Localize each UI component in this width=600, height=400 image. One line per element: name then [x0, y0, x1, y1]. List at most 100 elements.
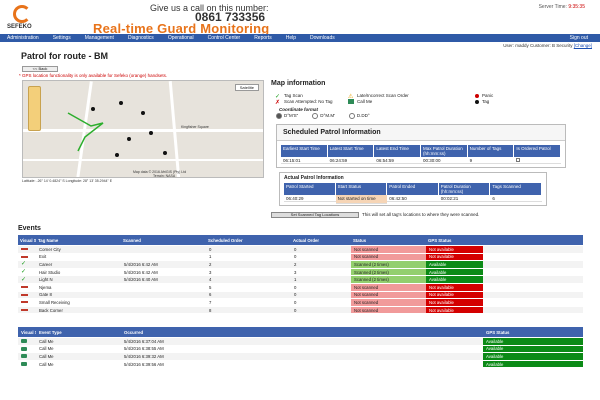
scheduled-table: Earliest Start Time Latest Start Time La… [281, 145, 561, 164]
nav-reports[interactable]: Reports [247, 34, 279, 42]
tag-name: Njema [39, 284, 52, 290]
tag-marker[interactable] [119, 101, 123, 105]
status-badge: Not scanned [351, 246, 426, 253]
table-row: Corner City 0 0 Not scanned Not available [18, 246, 583, 254]
nav-control-center[interactable]: Control Center [201, 34, 248, 42]
actual-patrol-panel: Actual Patrol Information Patrol Started… [279, 172, 547, 206]
cell: 9 [467, 157, 515, 164]
main-nav: Administration Settings Management Diagn… [0, 34, 600, 42]
start-status-cell: Not started on time [335, 195, 388, 204]
tag-name: Corner City [39, 246, 61, 252]
sefeko-logo: SEFEKO [5, 3, 39, 33]
gps-status-badge: Available [483, 345, 583, 353]
nav-settings[interactable]: Settings [46, 34, 78, 42]
occurred-time: 5/4/2016 6:37:04 AM [124, 338, 164, 344]
phone-icon [18, 346, 36, 353]
back-button[interactable]: << Back [22, 66, 58, 72]
check-icon: ✓ [21, 261, 27, 268]
header: SEFEKO Give us a call on this number: 08… [0, 0, 600, 36]
scheduled-order: 6 [209, 292, 212, 298]
actual-order: 1 [294, 277, 297, 283]
table-row: Call Me 5/4/2016 6:39:56 AM Available [18, 360, 583, 369]
tag-marker[interactable] [127, 137, 131, 141]
tag-marker[interactable] [149, 131, 153, 135]
user-bar: User: maddy Customer: B Security [Change… [503, 43, 592, 48]
table-row: Call Me 5/4/2016 6:39:32 AM Available [18, 353, 583, 361]
cell: 06:40:29 [284, 195, 336, 202]
occurred-time: 5/4/2016 6:38:55 AM [124, 346, 164, 352]
sign-out-link[interactable]: Sign out [563, 34, 600, 42]
table-row: Small Receiving 7 0 Not scanned Not availabl… [18, 299, 583, 307]
actual-order: 0 [294, 307, 297, 313]
col-header: Visual Status [21, 329, 36, 335]
col-header: Patrol Duration (hh:mm:ss) [438, 183, 491, 195]
set-scanned-tag-locations-button[interactable]: Set Scanned Tag Locations [271, 212, 359, 218]
col-header: Patrol Ended [387, 183, 439, 195]
status-badge: Not scanned [351, 253, 426, 261]
tag-marker[interactable] [91, 107, 95, 111]
dash-icon [18, 254, 36, 261]
nav-management[interactable]: Management [78, 34, 121, 42]
events-title: Events [18, 225, 41, 232]
scheduled-order: 5 [209, 284, 212, 290]
coord-format-radios: D°M'S" D°M.M' D.DD° [276, 113, 370, 119]
status-badge: Not scanned [351, 283, 426, 291]
phone-icon [348, 99, 354, 105]
scanned-time [121, 284, 206, 291]
event-type: Call Me [39, 353, 54, 359]
gps-status-badge: Not available [426, 283, 483, 291]
scanned-time [121, 307, 206, 314]
table-row: Njema 5 0 Not scanned Not available [18, 283, 583, 292]
tag-name: Gate 8 [39, 292, 52, 298]
cell: 06:42:50 [387, 195, 439, 202]
patrol-map[interactable]: Satellite Kingfisher Square Map data © 2… [22, 80, 264, 178]
nav-operational[interactable]: Operational [161, 34, 201, 42]
table-row: Back Corner 8 0 Not scanned Not available [18, 306, 583, 315]
table-row: Gate 8 6 0 Not scanned Not available [18, 291, 583, 300]
events-table: Visual Status Tag Name Scanned Scheduled… [18, 235, 583, 315]
dash-icon [18, 292, 36, 299]
nav-downloads[interactable]: Downloads [303, 34, 342, 42]
scanned-time [121, 254, 206, 261]
radio-dmm[interactable]: D°M.M' [312, 113, 335, 119]
nav-help[interactable]: Help [279, 34, 303, 42]
user-info: User: maddy Customer: B Security [503, 43, 573, 48]
gps-status-badge: Available [426, 261, 483, 268]
tag-name: Small Receiving [39, 299, 70, 305]
cell: 06:15:01 [281, 157, 328, 164]
table-row: ✓ Hair Studio 5/4/2016 6:42 AM 3 3 Scanned (2… [18, 268, 583, 277]
radio-dd[interactable]: D.DD° [349, 113, 370, 119]
change-customer-link[interactable]: [Change] [574, 43, 592, 48]
spacer-cell [291, 361, 483, 368]
tag-marker[interactable] [163, 151, 167, 155]
dash-icon [18, 246, 36, 253]
tag-marker[interactable] [141, 111, 145, 115]
tag-marker[interactable] [115, 153, 119, 157]
gps-status-badge: Available [426, 276, 483, 283]
col-header: Status [353, 237, 367, 243]
x-icon: ✗ [275, 100, 281, 107]
dot-icon [475, 99, 479, 104]
status-badge: Scanned (2 times) [351, 261, 426, 268]
radio-dms[interactable]: D°M'S" [276, 113, 298, 119]
nav-diagnostics[interactable]: Diagnostics [121, 34, 161, 42]
actual-order: 0 [294, 299, 297, 305]
cell: 00:30:00 [421, 157, 468, 164]
map-info-title: Map information [271, 80, 326, 87]
coord-format-label: Coordinate format [279, 107, 319, 112]
cell: 6 [490, 195, 542, 202]
calls-header-row: Visual Status Event Type Occurred GPS St… [18, 327, 583, 338]
col-header: GPS Status [428, 237, 452, 243]
phone-icon [18, 361, 36, 368]
panic-icon [475, 93, 479, 98]
scanned-time: 5/4/2016 6:42 AM [124, 261, 158, 267]
actual-table: Patrol Started Start Status Patrol Ended… [284, 183, 542, 204]
check-icon: ✓ [21, 269, 27, 276]
table-row: ✓ Career 5/4/2016 6:42 AM 2 2 Scanned (2 time… [18, 261, 583, 269]
col-header: Latest End Time [374, 145, 421, 157]
actual-title: Actual Patrol Information [284, 175, 344, 181]
scheduled-order: 0 [209, 246, 212, 252]
gps-status-badge: Not available [426, 291, 483, 299]
legend-scan-attempted: ✗ Scan Attempted: No Tag [275, 99, 333, 107]
nav-administration[interactable]: Administration [0, 34, 46, 42]
